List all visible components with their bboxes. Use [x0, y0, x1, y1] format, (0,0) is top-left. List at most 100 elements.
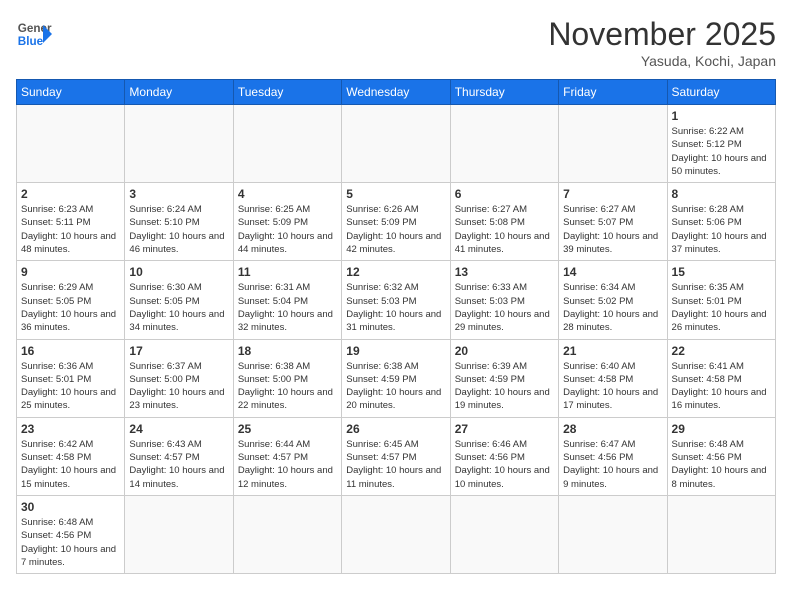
- day-info: Sunrise: 6:30 AMSunset: 5:05 PMDaylight:…: [129, 281, 228, 334]
- day-info: Sunrise: 6:34 AMSunset: 5:02 PMDaylight:…: [563, 281, 662, 334]
- calendar-cell: 24Sunrise: 6:43 AMSunset: 4:57 PMDayligh…: [125, 417, 233, 495]
- weekday-header-wednesday: Wednesday: [342, 80, 450, 105]
- weekday-header-thursday: Thursday: [450, 80, 558, 105]
- calendar-cell: 26Sunrise: 6:45 AMSunset: 4:57 PMDayligh…: [342, 417, 450, 495]
- day-number: 22: [672, 344, 771, 358]
- calendar-cell: 18 Sunrise: 6:38 AMSunset: 5:00 PMDayligh…: [233, 339, 341, 417]
- day-info: Sunrise: 6:38 AMSunset: 5:00 PMDaylight:…: [238, 360, 337, 413]
- calendar-cell: 22 Sunrise: 6:41 AMSunset: 4:58 PMDayligh…: [667, 339, 775, 417]
- calendar-cell: 8Sunrise: 6:28 AMSunset: 5:06 PMDaylight…: [667, 183, 775, 261]
- title-block: November 2025 Yasuda, Kochi, Japan: [548, 16, 776, 69]
- day-info: Sunrise: 6:41 AMSunset: 4:58 PMDaylight:…: [672, 360, 771, 413]
- day-info: Sunrise: 6:25 AMSunset: 5:09 PMDaylight:…: [238, 203, 337, 256]
- calendar-cell: [450, 105, 558, 183]
- day-number: 4: [238, 187, 337, 201]
- calendar-cell: [125, 495, 233, 573]
- day-number: 23: [21, 422, 120, 436]
- calendar-cell: 30 Sunrise: 6:48 AMSunset: 4:56 PMDayligh…: [17, 495, 125, 573]
- day-info: Sunrise: 6:33 AMSunset: 5:03 PMDaylight:…: [455, 281, 554, 334]
- calendar-cell: [342, 105, 450, 183]
- page-header: General Blue November 2025 Yasuda, Kochi…: [16, 16, 776, 69]
- day-number: 11: [238, 265, 337, 279]
- calendar-cell: [125, 105, 233, 183]
- day-info: Sunrise: 6:46 AMSunset: 4:56 PMDaylight:…: [455, 438, 554, 491]
- day-info: Sunrise: 6:36 AMSunset: 5:01 PMDaylight:…: [21, 360, 120, 413]
- calendar-week-6: 30 Sunrise: 6:48 AMSunset: 4:56 PMDayligh…: [17, 495, 776, 573]
- calendar-cell: 17Sunrise: 6:37 AMSunset: 5:00 PMDayligh…: [125, 339, 233, 417]
- day-number: 24: [129, 422, 228, 436]
- calendar-cell: 4 Sunrise: 6:25 AMSunset: 5:09 PMDaylight…: [233, 183, 341, 261]
- day-number: 16: [21, 344, 120, 358]
- day-info: Sunrise: 6:48 AMSunset: 4:56 PMDaylight:…: [672, 438, 771, 491]
- day-number: 19: [346, 344, 445, 358]
- weekday-header-row: SundayMondayTuesdayWednesdayThursdayFrid…: [17, 80, 776, 105]
- calendar-week-2: 2 Sunrise: 6:23 AMSunset: 5:11 PMDaylight…: [17, 183, 776, 261]
- calendar-cell: 13 Sunrise: 6:33 AMSunset: 5:03 PMDayligh…: [450, 261, 558, 339]
- calendar-cell: 16 Sunrise: 6:36 AMSunset: 5:01 PMDayligh…: [17, 339, 125, 417]
- day-number: 13: [455, 265, 554, 279]
- calendar-cell: [559, 495, 667, 573]
- weekday-header-friday: Friday: [559, 80, 667, 105]
- day-info: Sunrise: 6:47 AMSunset: 4:56 PMDaylight:…: [563, 438, 662, 491]
- calendar-cell: [233, 495, 341, 573]
- month-title: November 2025: [548, 16, 776, 53]
- day-info: Sunrise: 6:48 AMSunset: 4:56 PMDaylight:…: [21, 516, 120, 569]
- day-info: Sunrise: 6:31 AMSunset: 5:04 PMDaylight:…: [238, 281, 337, 334]
- day-number: 14: [563, 265, 662, 279]
- weekday-header-tuesday: Tuesday: [233, 80, 341, 105]
- day-info: Sunrise: 6:39 AMSunset: 4:59 PMDaylight:…: [455, 360, 554, 413]
- day-info: Sunrise: 6:29 AMSunset: 5:05 PMDaylight:…: [21, 281, 120, 334]
- calendar-week-5: 23 Sunrise: 6:42 AMSunset: 4:58 PMDayligh…: [17, 417, 776, 495]
- calendar-cell: 14 Sunrise: 6:34 AMSunset: 5:02 PMDayligh…: [559, 261, 667, 339]
- calendar-cell: 20 Sunrise: 6:39 AMSunset: 4:59 PMDayligh…: [450, 339, 558, 417]
- day-info: Sunrise: 6:23 AMSunset: 5:11 PMDaylight:…: [21, 203, 120, 256]
- calendar-cell: 11 Sunrise: 6:31 AMSunset: 5:04 PMDayligh…: [233, 261, 341, 339]
- calendar-cell: [17, 105, 125, 183]
- day-number: 18: [238, 344, 337, 358]
- calendar-cell: 2 Sunrise: 6:23 AMSunset: 5:11 PMDaylight…: [17, 183, 125, 261]
- day-info: Sunrise: 6:35 AMSunset: 5:01 PMDaylight:…: [672, 281, 771, 334]
- calendar-cell: 6 Sunrise: 6:27 AMSunset: 5:08 PMDaylight…: [450, 183, 558, 261]
- calendar-cell: 10 Sunrise: 6:30 AMSunset: 5:05 PMDayligh…: [125, 261, 233, 339]
- calendar-cell: 29 Sunrise: 6:48 AMSunset: 4:56 PMDayligh…: [667, 417, 775, 495]
- calendar-cell: [450, 495, 558, 573]
- svg-text:Blue: Blue: [18, 35, 44, 48]
- weekday-header-monday: Monday: [125, 80, 233, 105]
- day-number: 2: [21, 187, 120, 201]
- calendar-cell: 27Sunrise: 6:46 AMSunset: 4:56 PMDayligh…: [450, 417, 558, 495]
- day-number: 3: [129, 187, 228, 201]
- calendar-cell: 3Sunrise: 6:24 AMSunset: 5:10 PMDaylight…: [125, 183, 233, 261]
- day-number: 6: [455, 187, 554, 201]
- calendar-cell: 15Sunrise: 6:35 AMSunset: 5:01 PMDayligh…: [667, 261, 775, 339]
- calendar-cell: [233, 105, 341, 183]
- calendar-cell: 21Sunrise: 6:40 AMSunset: 4:58 PMDayligh…: [559, 339, 667, 417]
- logo-icon: General Blue: [16, 16, 52, 52]
- day-number: 29: [672, 422, 771, 436]
- day-number: 30: [21, 500, 120, 514]
- calendar-week-4: 16 Sunrise: 6:36 AMSunset: 5:01 PMDayligh…: [17, 339, 776, 417]
- day-info: Sunrise: 6:38 AMSunset: 4:59 PMDaylight:…: [346, 360, 445, 413]
- day-number: 25: [238, 422, 337, 436]
- weekday-header-sunday: Sunday: [17, 80, 125, 105]
- calendar-cell: 9 Sunrise: 6:29 AMSunset: 5:05 PMDaylight…: [17, 261, 125, 339]
- day-info: Sunrise: 6:40 AMSunset: 4:58 PMDaylight:…: [563, 360, 662, 413]
- day-number: 8: [672, 187, 771, 201]
- day-number: 26: [346, 422, 445, 436]
- calendar-cell: 28Sunrise: 6:47 AMSunset: 4:56 PMDayligh…: [559, 417, 667, 495]
- calendar-cell: [342, 495, 450, 573]
- calendar-cell: 5 Sunrise: 6:26 AMSunset: 5:09 PMDaylight…: [342, 183, 450, 261]
- day-info: Sunrise: 6:27 AMSunset: 5:08 PMDaylight:…: [455, 203, 554, 256]
- day-info: Sunrise: 6:26 AMSunset: 5:09 PMDaylight:…: [346, 203, 445, 256]
- calendar-cell: 19 Sunrise: 6:38 AMSunset: 4:59 PMDayligh…: [342, 339, 450, 417]
- day-number: 9: [21, 265, 120, 279]
- day-number: 10: [129, 265, 228, 279]
- location: Yasuda, Kochi, Japan: [548, 53, 776, 69]
- day-number: 20: [455, 344, 554, 358]
- day-info: Sunrise: 6:42 AMSunset: 4:58 PMDaylight:…: [21, 438, 120, 491]
- calendar-cell: 25Sunrise: 6:44 AMSunset: 4:57 PMDayligh…: [233, 417, 341, 495]
- day-info: Sunrise: 6:37 AMSunset: 5:00 PMDaylight:…: [129, 360, 228, 413]
- calendar-cell: [559, 105, 667, 183]
- day-number: 5: [346, 187, 445, 201]
- calendar-cell: 23 Sunrise: 6:42 AMSunset: 4:58 PMDayligh…: [17, 417, 125, 495]
- day-number: 12: [346, 265, 445, 279]
